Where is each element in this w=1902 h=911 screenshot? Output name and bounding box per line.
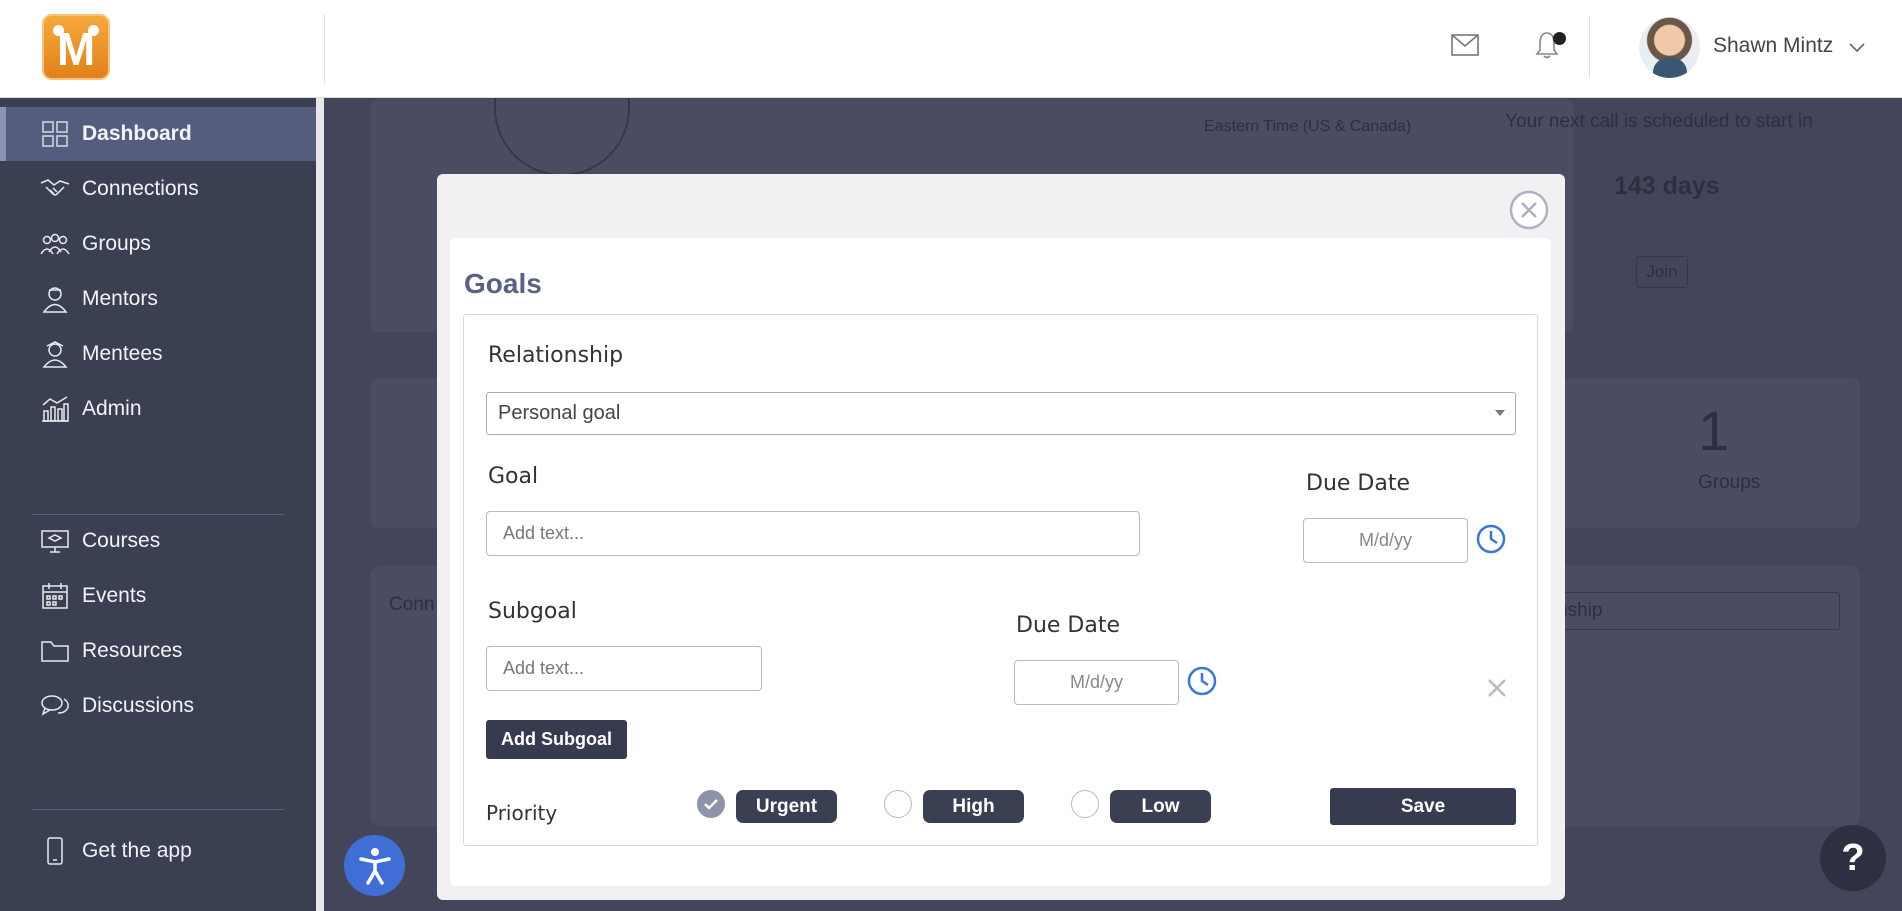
bg-join-button: Join [1636,256,1688,288]
priority-high-label[interactable]: High [923,790,1024,823]
bg-timezone: Eastern Time (US & Canada) [1204,118,1412,135]
sidebar-item-label: Get the app [82,839,192,862]
priority-urgent-radio[interactable] [697,790,725,818]
chevron-down-icon[interactable] [1848,42,1866,54]
caret-down-icon [1495,410,1505,416]
sidebar-item-admin[interactable]: Admin [0,382,316,436]
goal-due-date-label: Due Date [1306,471,1410,496]
bg-connections-label: Conn [389,594,435,615]
groups-icon [40,229,70,259]
bg-groups-label: Groups [1698,472,1761,493]
mentee-icon [40,339,70,369]
sidebar-item-courses[interactable]: Courses [0,514,316,568]
clock-icon[interactable] [1187,666,1217,696]
subgoal-due-date-input[interactable]: M/d/yy [1014,660,1179,705]
sidebar-item-events[interactable]: Events [0,569,316,623]
sidebar-item-discussions[interactable]: Discussions [0,679,316,733]
sidebar-item-mentees[interactable]: Mentees [0,327,316,381]
sidebar-item-label: Courses [82,529,161,552]
sidebar-item-mentors[interactable]: Mentors [0,272,316,326]
modal-title: Goals [464,268,542,299]
sidebar: Dashboard Connections Groups Mentors Men… [0,98,316,911]
logo-letter: M [56,23,96,75]
clock-icon[interactable] [1476,524,1506,554]
sidebar-item-label: Connections [82,177,199,200]
accessibility-icon [358,847,391,885]
notification-badge [1553,32,1566,45]
help-button[interactable]: ? [1820,825,1886,891]
sidebar-item-label: Mentees [82,342,163,365]
bg-groups-count: 1 [1698,399,1730,462]
sidebar-item-get-app[interactable]: Get the app [0,824,316,878]
sidebar-item-label: Dashboard [82,122,192,145]
sidebar-item-label: Events [82,584,147,607]
check-icon [704,799,718,810]
bg-next-call: Your next call is scheduled to start in [1505,111,1813,132]
mentor-icon [40,284,70,314]
sidebar-item-label: Discussions [82,694,195,717]
subgoal-label: Subgoal [488,599,577,624]
sidebar-item-resources[interactable]: Resources [0,624,316,678]
goal-due-date-input[interactable]: M/d/yy [1303,518,1468,563]
relationship-select[interactable]: Personal goal [486,392,1516,435]
priority-low-radio[interactable] [1071,790,1099,818]
bg-next-call-days: 143 days [1614,172,1720,200]
subgoal-due-date-label: Due Date [1016,613,1120,638]
subgoal-input[interactable]: Add text... [486,646,762,691]
sidebar-item-label: Resources [82,639,183,662]
priority-urgent-label[interactable]: Urgent [736,790,837,823]
accessibility-button[interactable] [344,835,405,896]
bg-relationship-select: nship [1550,592,1840,630]
user-name[interactable]: Shawn Mintz [1713,34,1833,58]
courses-icon [40,526,70,556]
sidebar-item-connections[interactable]: Connections [0,162,316,216]
dashboard-icon [40,119,70,149]
admin-chart-icon [40,394,70,424]
sidebar-edge [316,98,324,911]
sidebar-item-label: Mentors [82,287,158,310]
goal-input[interactable]: Add text... [486,511,1140,556]
relationship-label: Relationship [488,343,624,368]
priority-high-radio[interactable] [884,790,912,818]
sidebar-item-groups[interactable]: Groups [0,217,316,271]
save-button[interactable]: Save [1330,788,1516,825]
add-subgoal-button[interactable]: Add Subgoal [486,720,627,759]
avatar[interactable] [1639,17,1700,78]
remove-subgoal-icon[interactable] [1481,672,1513,704]
sidebar-item-label: Groups [82,232,151,255]
priority-low-label[interactable]: Low [1110,790,1211,823]
calendar-icon [40,581,70,611]
header-divider [324,14,325,84]
app-logo[interactable]: M [42,14,110,80]
header-divider-right [1589,16,1590,78]
close-icon[interactable] [1509,190,1549,230]
goal-label: Goal [488,464,539,489]
chat-icon [40,691,70,721]
sidebar-item-label: Admin [82,397,142,420]
priority-label: Priority [486,801,558,825]
folder-icon [40,636,70,666]
sidebar-divider [32,809,284,810]
top-bar: M Shawn Mintz [0,0,1902,98]
handshake-icon [40,174,70,204]
mail-icon[interactable] [1451,34,1479,56]
phone-icon [40,836,70,866]
sidebar-item-dashboard[interactable]: Dashboard [0,107,316,161]
